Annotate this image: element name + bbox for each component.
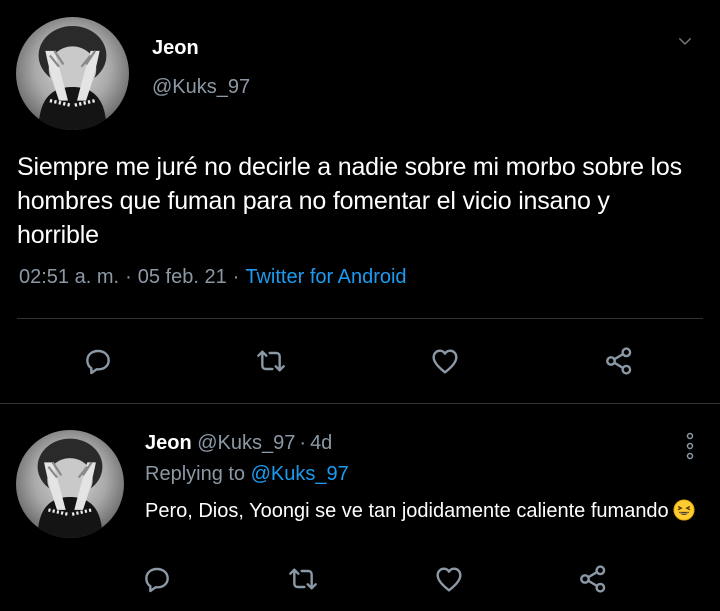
author-handle[interactable]: @Kuks_97 <box>197 432 295 454</box>
chevron-down-icon[interactable] <box>676 32 694 50</box>
reply-text-content: Pero, Dios, Yoongi se ve tan jodidamente… <box>145 500 669 522</box>
meta-separator: · <box>125 266 132 288</box>
tweet-text: Siempre me juré no decirle a nadie sobre… <box>17 153 682 249</box>
avatar[interactable] <box>16 430 124 538</box>
reply-icon <box>86 349 110 375</box>
mention-link[interactable]: @Kuks_97 <box>251 463 349 485</box>
tweet-date: 05 feb. 21 <box>137 266 227 288</box>
tweet-age[interactable]: 4d <box>310 432 332 454</box>
tweet-source-link[interactable]: Twitter for Android <box>245 266 406 288</box>
share-icon <box>606 347 632 375</box>
divider <box>0 403 720 404</box>
reply-author-line: Jeon @Kuks_97 · 4d <box>145 432 332 455</box>
replying-to-label: Replying to <box>145 463 246 485</box>
reply-button[interactable] <box>141 563 173 595</box>
avatar-image <box>37 438 103 538</box>
reply-text: Pero, Dios, Yoongi se ve tan jodidamente… <box>145 497 695 525</box>
retweet-icon <box>257 350 285 372</box>
like-button[interactable] <box>429 345 461 377</box>
like-button[interactable] <box>433 563 465 595</box>
heart-icon <box>432 349 458 374</box>
tweet-time: 02:51 a. m. <box>19 266 120 288</box>
heart-icon <box>436 567 462 592</box>
grinning-squinting-emoji-icon <box>673 499 695 521</box>
retweet-button[interactable] <box>255 345 287 377</box>
author-handle[interactable]: @Kuks_97 <box>152 76 250 99</box>
main-tweet: Jeon @Kuks_97 Siempre me juré no decirle… <box>0 0 720 403</box>
meta-separator: · <box>232 266 240 288</box>
tweet-meta: 02:51 a. m. · 05 feb. 21 · Twitter for Andro… <box>19 266 407 289</box>
share-icon <box>580 565 606 593</box>
retweet-icon <box>289 568 317 590</box>
meta-separator: · <box>299 432 307 454</box>
more-options-icon[interactable] <box>683 432 697 460</box>
replying-to: Replying to @Kuks_97 <box>145 463 349 486</box>
retweet-button[interactable] <box>287 563 319 595</box>
author-name[interactable]: Jeon <box>145 432 192 454</box>
reply-icon <box>145 567 169 593</box>
divider <box>17 318 703 319</box>
share-button[interactable] <box>603 345 635 377</box>
avatar-image <box>38 26 107 130</box>
author-name[interactable]: Jeon <box>152 37 199 60</box>
reply-button[interactable] <box>82 345 114 377</box>
share-button[interactable] <box>577 563 609 595</box>
avatar[interactable] <box>16 17 129 130</box>
